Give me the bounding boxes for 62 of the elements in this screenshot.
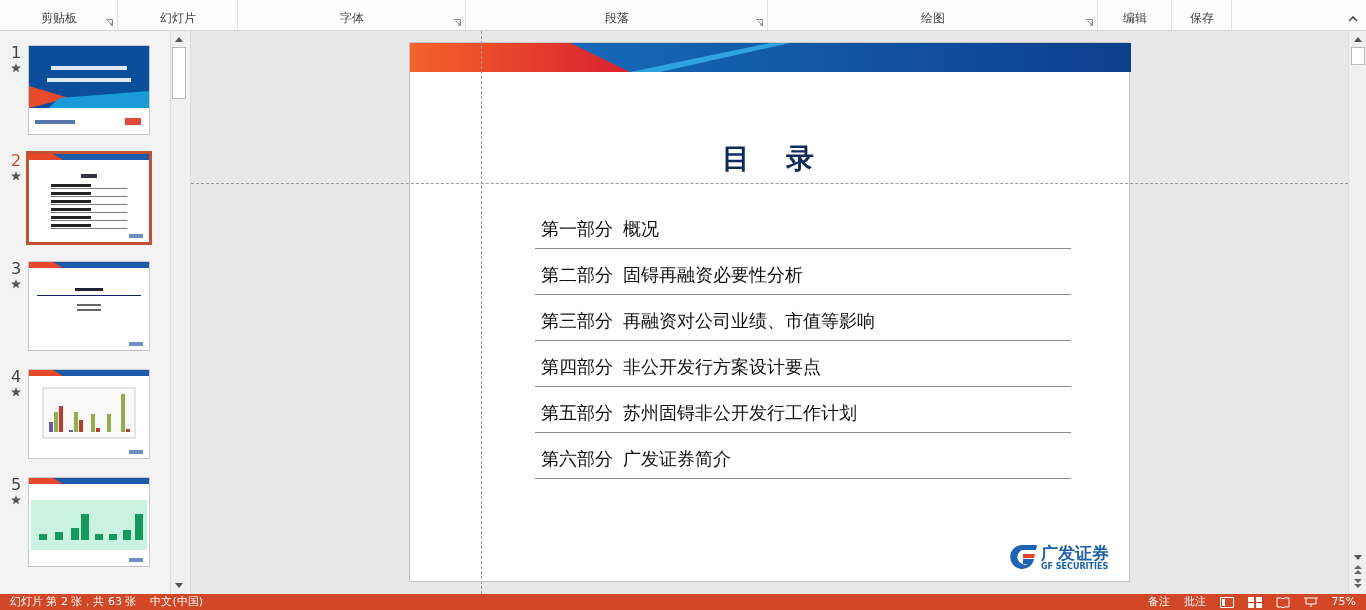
section-label: 第五部分 <box>541 401 613 425</box>
section-title: 广发证券简介 <box>623 447 731 471</box>
scroll-up-icon[interactable] <box>174 37 183 42</box>
ribbon-group-label: 编辑 <box>1122 10 1147 27</box>
reading-view-icon[interactable] <box>1275 596 1290 608</box>
dialog-launcher-icon[interactable] <box>756 19 763 26</box>
ribbon-group-label: 剪贴板 <box>40 10 77 27</box>
slide-number: 2 <box>10 153 22 169</box>
slide-number: 3 <box>10 261 22 277</box>
slide-number: 1 <box>10 45 22 61</box>
slide-thumbnail[interactable] <box>28 369 150 459</box>
section-title: 固锝再融资必要性分析 <box>623 263 803 287</box>
slide-title: 目 录 <box>720 141 819 177</box>
section-label: 第三部分 <box>541 309 613 333</box>
slide-count: 幻灯片 第 2 张，共 63 张 <box>10 595 137 609</box>
slide-number: 4 <box>10 369 22 385</box>
ribbon-group-label: 保存 <box>1189 10 1214 27</box>
next-slide-icon[interactable] <box>1353 579 1362 588</box>
scroll-down-icon[interactable] <box>174 583 183 588</box>
section-title: 再融资对公司业绩、市值等影响 <box>623 309 875 333</box>
scroll-down-icon[interactable] <box>1353 555 1362 560</box>
slide-number: 5 <box>10 477 22 493</box>
star-icon <box>11 63 21 73</box>
ribbon-group-label: 字体 <box>339 10 364 27</box>
previous-slide-icon[interactable] <box>1353 565 1362 574</box>
section-title: 苏州固锝非公开发行工作计划 <box>623 401 857 425</box>
company-name: 广发证券 <box>1041 543 1109 562</box>
star-icon <box>11 495 21 505</box>
section-label: 第四部分 <box>541 355 613 379</box>
section-label: 第一部分 <box>541 217 613 241</box>
slide-thumbnail[interactable] <box>28 261 150 351</box>
scroll-thumb[interactable] <box>171 47 186 99</box>
dialog-launcher-icon[interactable] <box>1086 19 1093 26</box>
star-icon <box>11 279 21 289</box>
section-title: 概况 <box>623 217 659 241</box>
dialog-launcher-icon[interactable] <box>106 19 113 26</box>
section-label: 第二部分 <box>541 263 613 287</box>
ribbon-group-label: 幻灯片 <box>159 10 196 27</box>
language-indicator[interactable]: 中文(中国) <box>150 595 204 609</box>
company-logo-icon <box>1008 543 1038 571</box>
section-title: 非公开发行方案设计要点 <box>623 355 821 379</box>
dialog-launcher-icon[interactable] <box>454 19 461 26</box>
collapse-ribbon-icon[interactable] <box>1348 16 1358 22</box>
notes-button[interactable]: 备注 <box>1147 595 1170 609</box>
slide-thumbnail[interactable] <box>28 477 150 567</box>
star-icon <box>11 387 21 397</box>
company-subtitle: GF SECURITIES <box>1041 561 1109 571</box>
scroll-thumb[interactable] <box>1350 47 1365 65</box>
scrollbar[interactable] <box>1348 31 1366 594</box>
slide-thumbnail[interactable] <box>26 151 152 245</box>
ribbon-group-label: 绘图 <box>920 10 945 27</box>
slideshow-icon[interactable] <box>1303 596 1318 608</box>
section-label: 第六部分 <box>541 447 613 471</box>
star-icon <box>11 171 21 181</box>
slide-sorter-icon[interactable] <box>1247 596 1262 608</box>
slide-thumbnail[interactable] <box>28 45 150 135</box>
scroll-up-icon[interactable] <box>1353 37 1362 42</box>
zoom-level[interactable]: 75% <box>1331 595 1356 609</box>
comments-button[interactable]: 批注 <box>1183 595 1206 609</box>
ribbon-group-label: 段落 <box>604 10 629 27</box>
scrollbar[interactable] <box>170 31 186 594</box>
normal-view-icon[interactable] <box>1219 596 1234 608</box>
